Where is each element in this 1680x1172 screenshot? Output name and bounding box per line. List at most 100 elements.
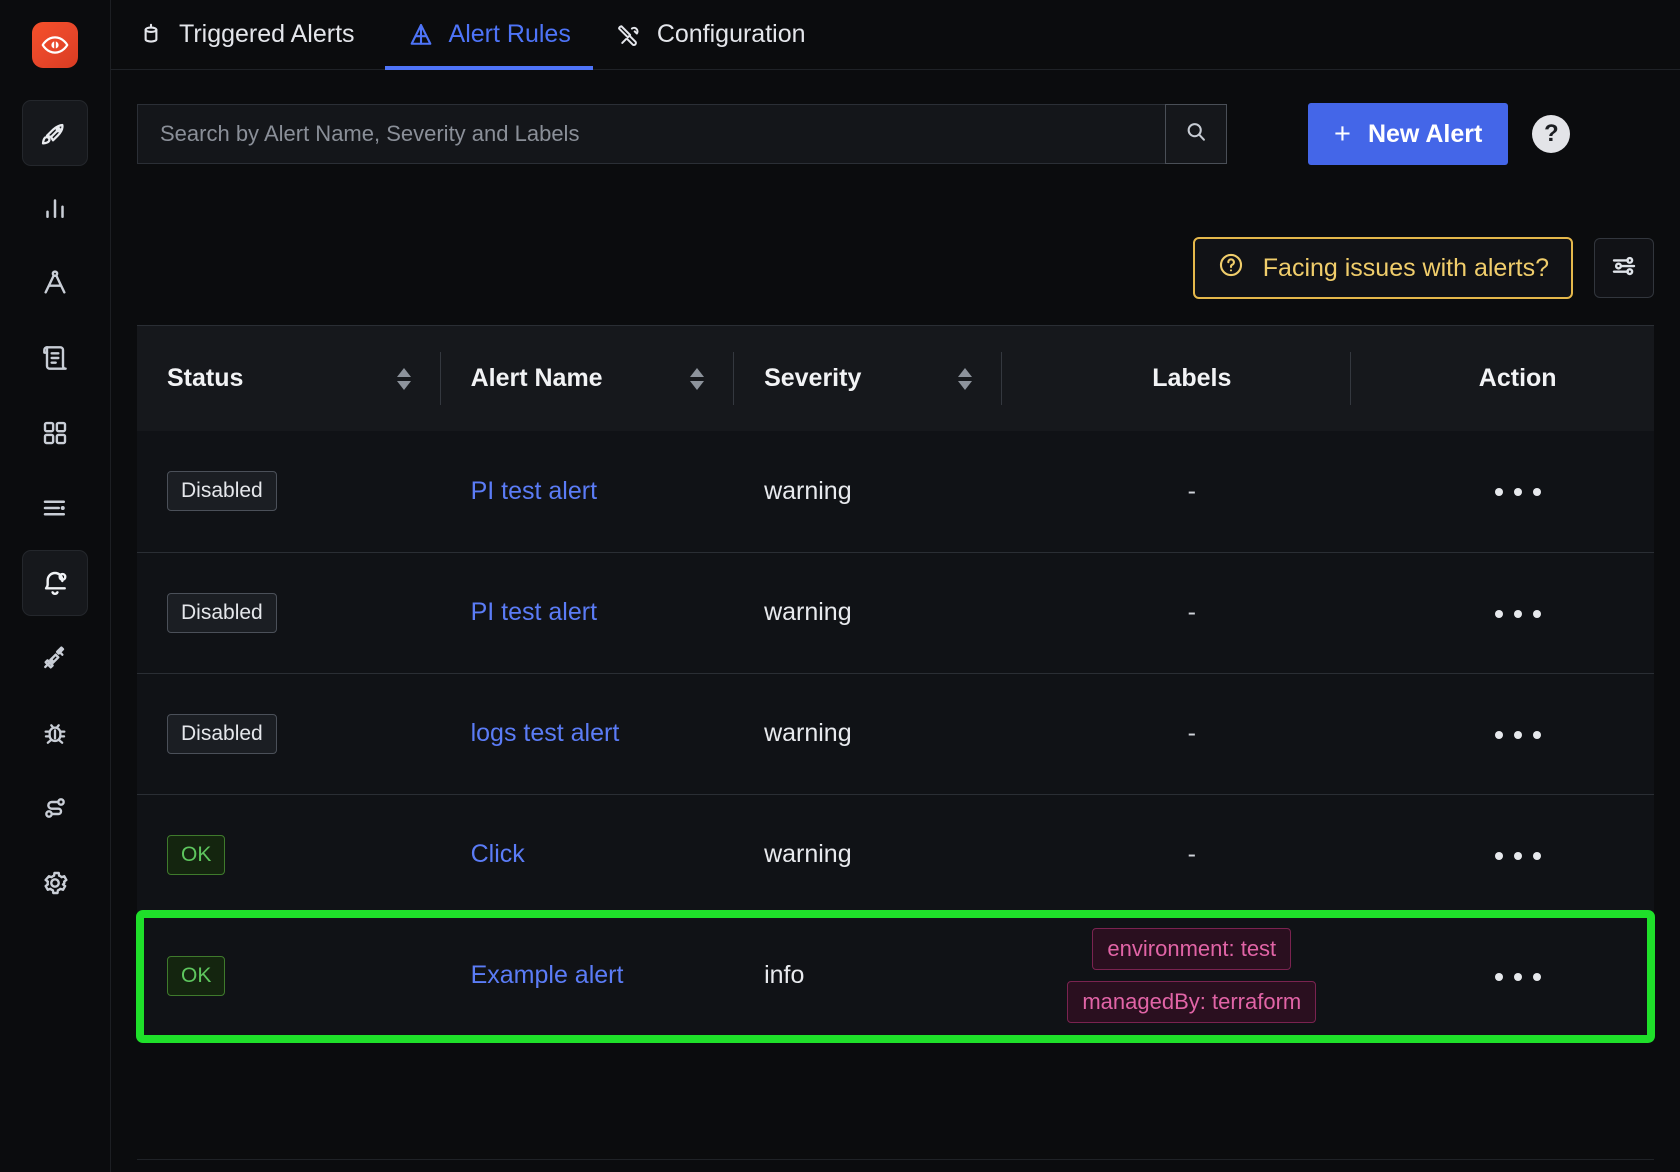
table-row[interactable]: Disabled PI test alert warning -	[137, 552, 1654, 674]
labels-empty: -	[1187, 476, 1196, 505]
cell-action	[1351, 673, 1654, 795]
cell-status: OK	[137, 794, 441, 916]
sidebar-item-messaging-queues[interactable]	[22, 475, 88, 541]
more-actions-icon[interactable]	[1485, 840, 1551, 872]
alert-name-link[interactable]: logs test alert	[471, 719, 620, 747]
column-label: Action	[1478, 364, 1557, 392]
new-alert-button[interactable]: + New Alert	[1308, 103, 1509, 165]
configuration-tools-icon	[615, 21, 643, 49]
alert-rules-table: Status Alert Name Severity Labels Action…	[136, 325, 1655, 1043]
cell-labels: -	[1002, 794, 1352, 916]
cell-alert-name: Example alert	[440, 915, 735, 1036]
status-badge[interactable]: Disabled	[167, 471, 277, 512]
column-header-severity[interactable]: Severity	[734, 326, 1003, 431]
cell-severity: info	[734, 915, 1003, 1036]
new-alert-label: New Alert	[1367, 119, 1483, 148]
plus-icon: +	[1334, 117, 1351, 150]
table-row[interactable]: OK Click warning -	[137, 794, 1654, 916]
cell-status: Disabled	[137, 552, 441, 674]
more-actions-icon[interactable]	[1485, 598, 1551, 630]
bug-icon	[39, 717, 71, 749]
status-badge[interactable]: Disabled	[167, 592, 277, 633]
sort-icon-severity[interactable]	[958, 367, 973, 390]
sidebar-item-dashboards[interactable]	[22, 400, 88, 466]
more-actions-icon[interactable]	[1485, 719, 1551, 751]
more-actions-icon[interactable]	[1485, 476, 1551, 508]
sidebar-item-traces[interactable]	[22, 250, 88, 316]
column-label: Alert Name	[470, 364, 603, 392]
column-label: Labels	[1152, 364, 1232, 392]
status-badge[interactable]: Disabled	[167, 713, 277, 754]
search-row: + New Alert ?	[137, 103, 1680, 165]
column-header-action: Action	[1351, 326, 1654, 431]
search-input[interactable]	[138, 105, 1165, 163]
sliders-filter-icon	[1609, 251, 1639, 286]
sidebar-item-service-map[interactable]	[22, 775, 88, 841]
table-row[interactable]: OK Example alert info environment: test mana…	[137, 915, 1654, 1036]
cell-status: Disabled	[137, 673, 441, 795]
table-row[interactable]: Disabled PI test alert warning -	[137, 431, 1654, 553]
status-badge[interactable]: OK	[167, 955, 226, 996]
cell-action	[1351, 794, 1654, 916]
cell-severity: warning	[734, 673, 1003, 795]
label-chip-group: environment: test managedBy: terraform	[1032, 928, 1351, 1024]
tab-alert-rules[interactable]: Alert Rules	[384, 0, 594, 70]
sort-icon-alert-name[interactable]	[690, 367, 705, 390]
alert-name-link[interactable]: PI test alert	[471, 598, 597, 626]
tab-label: Triggered Alerts	[179, 20, 355, 48]
scroll-icon	[39, 342, 71, 374]
column-header-status[interactable]: Status	[137, 326, 441, 431]
help-button[interactable]: ?	[1532, 115, 1571, 153]
alert-rules-page: Triggered Alerts Alert Rules Configurati…	[0, 0, 1680, 1172]
main-content: Triggered Alerts Alert Rules Configurati…	[111, 0, 1680, 1172]
table-row[interactable]: Disabled logs test alert warning -	[137, 673, 1654, 795]
compass-icon	[39, 267, 71, 299]
alert-name-link[interactable]: PI test alert	[471, 477, 597, 505]
cell-alert-name: PI test alert	[440, 552, 735, 674]
tab-bar: Triggered Alerts Alert Rules Configurati…	[111, 0, 1680, 70]
more-actions-icon[interactable]	[1485, 961, 1551, 993]
sidebar-item-logs[interactable]	[22, 325, 88, 391]
cell-severity: warning	[734, 552, 1003, 674]
triggered-alerts-icon	[137, 21, 165, 49]
cell-labels: environment: test managedBy: terraform	[1002, 915, 1352, 1036]
tab-triggered-alerts[interactable]: Triggered Alerts	[137, 0, 385, 69]
facing-issues-button[interactable]: Facing issues with alerts?	[1192, 237, 1573, 299]
cell-status: Disabled	[137, 431, 441, 553]
column-header-alert-name[interactable]: Alert Name	[440, 326, 735, 431]
tab-configuration[interactable]: Configuration	[593, 0, 828, 69]
cell-action	[1351, 431, 1654, 553]
signoz-logo-eye-icon[interactable]	[32, 22, 78, 68]
filter-settings-button[interactable]	[1594, 238, 1654, 298]
sidebar-item-integrations[interactable]	[22, 625, 88, 691]
cell-severity: warning	[734, 794, 1003, 916]
table-header: Status Alert Name Severity Labels Action	[137, 326, 1654, 431]
sidebar-item-services[interactable]	[22, 175, 88, 241]
sidebar	[0, 0, 111, 1172]
sort-icon-status[interactable]	[396, 367, 411, 390]
search-button[interactable]	[1165, 104, 1227, 164]
sidebar-item-settings[interactable]	[22, 850, 88, 916]
column-label: Severity	[764, 364, 862, 392]
sidebar-item-alerts[interactable]	[22, 550, 88, 616]
route-icon	[39, 792, 71, 824]
sidebar-item-exceptions[interactable]	[22, 700, 88, 766]
labels-empty: -	[1187, 719, 1196, 747]
bottom-divider	[137, 1159, 1654, 1160]
cell-action	[1351, 552, 1654, 674]
question-mark-icon: ?	[1543, 120, 1559, 147]
cell-action	[1351, 915, 1654, 1036]
alert-name-link[interactable]: Example alert	[471, 961, 624, 989]
banner-row: Facing issues with alerts?	[111, 237, 1680, 299]
labels-empty: -	[1187, 840, 1196, 868]
search-box	[137, 104, 1227, 164]
column-label: Status	[167, 364, 244, 392]
status-badge[interactable]: OK	[167, 834, 226, 875]
bell-icon	[39, 567, 71, 599]
label-chip[interactable]: managedBy: terraform	[1067, 981, 1317, 1024]
alert-name-link[interactable]: Click	[471, 840, 525, 868]
label-chip[interactable]: environment: test	[1092, 928, 1292, 971]
cell-alert-name: PI test alert	[440, 431, 735, 553]
cell-labels: -	[1002, 673, 1352, 795]
sidebar-item-get-started[interactable]	[22, 100, 88, 166]
